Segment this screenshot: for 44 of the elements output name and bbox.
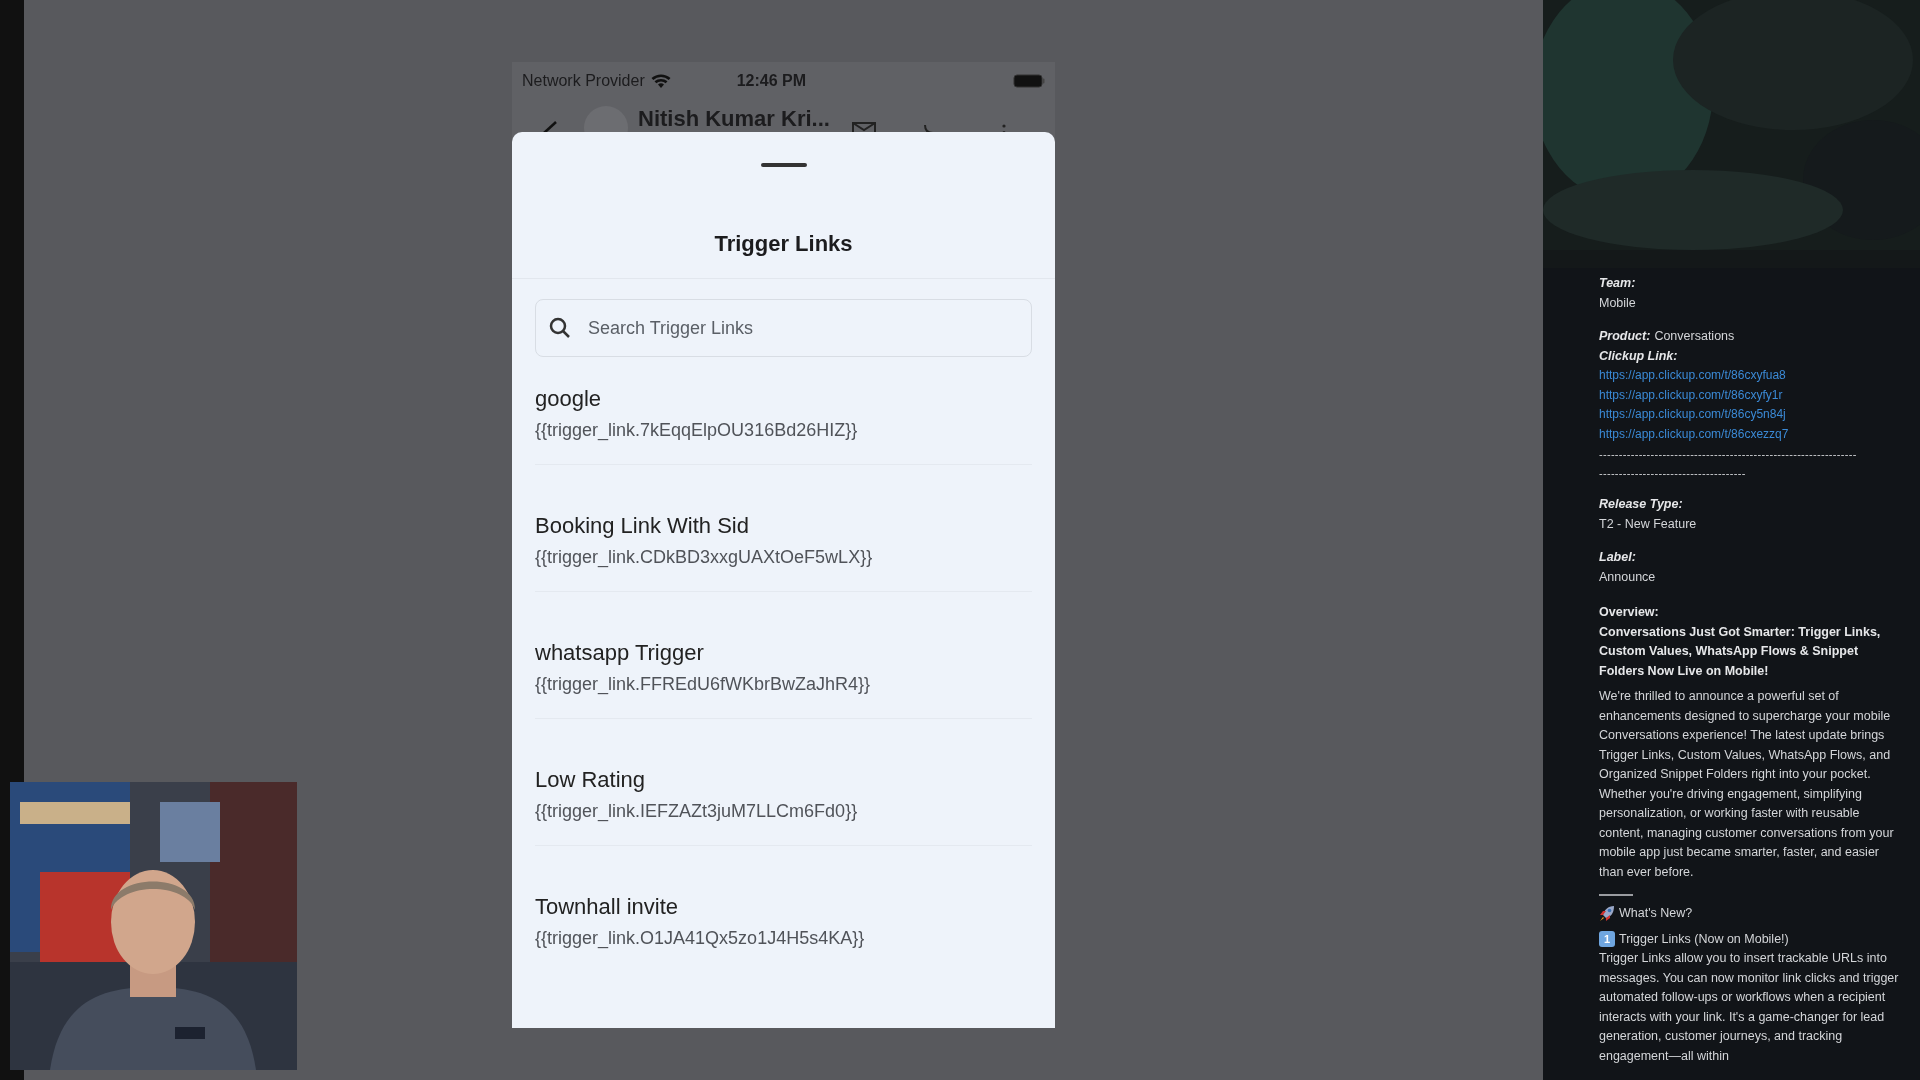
link-code: {{trigger_link.O1JA41Qx5zo1J4H5s4KA}} [535, 927, 865, 950]
carrier-label: Network Provider [522, 71, 645, 91]
field-value: Conversations [1654, 328, 1735, 345]
link[interactable]: https://app.clickup.com/t/86cy5n84j [1599, 405, 1786, 425]
link-code: {{trigger_link.7kEqqElpOU316Bd26HIZ}} [535, 419, 858, 442]
drag-handle[interactable] [760, 163, 807, 167]
field-label: Release Type: [1599, 496, 1683, 513]
link-code: {{trigger_link.IEFZAZt3juM7LLCm6Fd0}} [535, 800, 858, 823]
field-value: Mobile [1599, 294, 1636, 312]
clock-label: 12:46 PM [736, 71, 807, 91]
headline: Conversations Just Got Smarter: Trigger Links, Custom Values, WhatsApp Flows & Snippet Folders Now Live on Mobile! [1599, 623, 1882, 680]
field-label: Label: [1599, 549, 1636, 566]
link[interactable]: https://app.clickup.com/t/86cxezzq7 [1599, 424, 1789, 444]
number-badge: 1 [1599, 931, 1615, 948]
field-label: Clickup Link: [1599, 347, 1678, 365]
wifi-icon [650, 73, 671, 89]
mail-icon[interactable] [851, 122, 876, 134]
link-name[interactable]: Townhall invite [535, 893, 679, 921]
dashed-separator: ----------------------------------------------------------------- [1599, 447, 1857, 462]
link-name[interactable]: google [535, 385, 602, 413]
field-label: Product: [1599, 328, 1651, 345]
section-label: Overview: [1599, 604, 1659, 621]
link-code: {{trigger_link.FFREdU6fWKbrBwZaJhR4}} [535, 673, 871, 696]
search-field[interactable]: Search Trigger Links [535, 299, 1032, 357]
link-code: {{trigger_link.CDkBD3xxgUAXtOeF5wLX}} [535, 546, 873, 569]
field-value: Announce [1599, 568, 1656, 586]
link[interactable]: https://app.clickup.com/t/86cxyfua8 [1599, 366, 1786, 386]
paragraph: We're thrilled to announce a powerful set of enhancements designed to supercharge your mobile Conversations experience! The latest update brings Trigger Links, Custom Values, WhatsApp Flows, and Organized Snippet Folders right into your pocket. Whether you're driving engagement, simplifying personalization, or working faster with reusable content, managing customer conversations from your mobile app just became smarter, faster, and easier than ever before. [1599, 688, 1895, 881]
rocket-icon [1599, 905, 1615, 923]
contact-name: Nitish Kumar Kri... [638, 106, 830, 132]
field-value: T2 - New Feature [1599, 515, 1697, 533]
dashed-separator: ------------------------------------- [1599, 466, 1746, 481]
link-name[interactable]: Booking Link With Sid [535, 512, 749, 540]
link-name[interactable]: whatsapp Trigger [535, 639, 704, 667]
edit-icon[interactable] [542, 120, 558, 134]
battery-icon [1013, 74, 1045, 88]
link[interactable]: https://app.clickup.com/t/86cxyfy1r [1599, 385, 1783, 405]
subheading: What's New? [1619, 905, 1693, 922]
paragraph: Trigger Links allow you to insert trackable URLs into messages. You can now monitor link clicks and trigger automated follow-ups or workflows when a recipient interacts with your link. It's a game-changer for lead generation, customer journeys, and tracking engagement—all within [1599, 950, 1900, 1065]
link-name[interactable]: Low Rating [535, 766, 646, 794]
subheading: Trigger Links (Now on Mobile!) [1619, 930, 1789, 948]
field-label: Team: [1599, 275, 1636, 292]
search-icon [549, 317, 571, 339]
sheet-title: Trigger Links [714, 230, 853, 258]
